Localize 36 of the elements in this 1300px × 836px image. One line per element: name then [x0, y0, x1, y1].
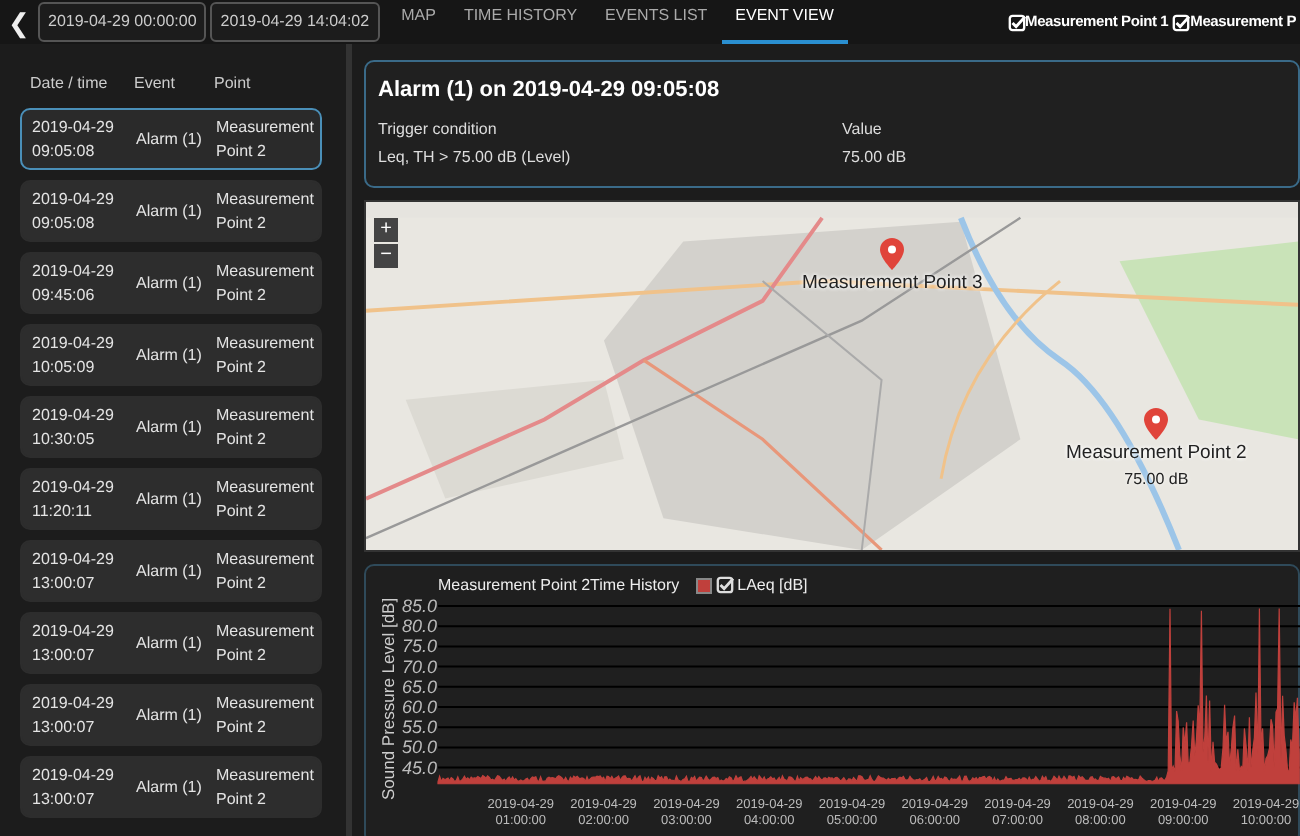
y-tick-label: 70.0 [402, 655, 438, 676]
y-tick-label: 45.0 [402, 756, 438, 777]
field-label: Trigger condition [378, 117, 499, 141]
y-tick-label: 55.0 [402, 716, 438, 737]
y-tick-label: 65.0 [402, 675, 438, 696]
y-tick-label: 80.0 [402, 615, 438, 636]
field-label: Value [842, 117, 884, 141]
tab[interactable]: MAP [387, 0, 450, 44]
date-from-field[interactable]: 2019-04-29 00:00:00 [38, 2, 207, 42]
tab[interactable]: TIME HISTORY [449, 0, 592, 44]
map-pin-icon[interactable] [1144, 407, 1169, 439]
legend-label[interactable]: LAeq [dB] [737, 573, 808, 597]
map-view[interactable]: + − Measurement Point 3 Measurement Point 2 75.00 dB [364, 199, 1300, 551]
marker-label: Measurement Point 3 [802, 269, 983, 297]
marker-label: Measurement Point 2 [1066, 439, 1247, 467]
back-button[interactable]: ❮ [4, 9, 34, 35]
field-value: 75.00 dB [842, 145, 907, 169]
y-tick-label: 60.0 [402, 696, 438, 716]
chart-title: Measurement Point 2Time History [438, 573, 680, 597]
column-header: Event [134, 72, 177, 96]
y-axis-title: Sound Pressure Level [dB] [382, 597, 398, 800]
map-pin-icon[interactable] [880, 237, 905, 269]
tab[interactable]: EVENT VIEW [721, 0, 848, 44]
y-tick-label: 50.0 [402, 736, 438, 757]
tab[interactable]: EVENTS LIST [591, 0, 722, 44]
y-tick-label: 75.0 [402, 635, 438, 656]
date-to-field[interactable]: 2019-04-29 14:04:02 [210, 2, 380, 42]
column-header: Date / time [30, 72, 110, 96]
marker-reading: 75.00 dB [1124, 467, 1189, 492]
y-tick-label: 85.0 [402, 597, 438, 615]
zoom-out-button[interactable]: − [374, 243, 398, 267]
column-header: Point [214, 72, 253, 96]
checked-checkbox-icon[interactable] [715, 576, 734, 594]
alarm-title: Alarm (1) on 2019-04-29 09:05:08 [378, 76, 722, 106]
zoom-in-button[interactable]: + [374, 217, 398, 241]
field-value: Leq, TH > 75.00 dB (Level) [378, 145, 573, 169]
